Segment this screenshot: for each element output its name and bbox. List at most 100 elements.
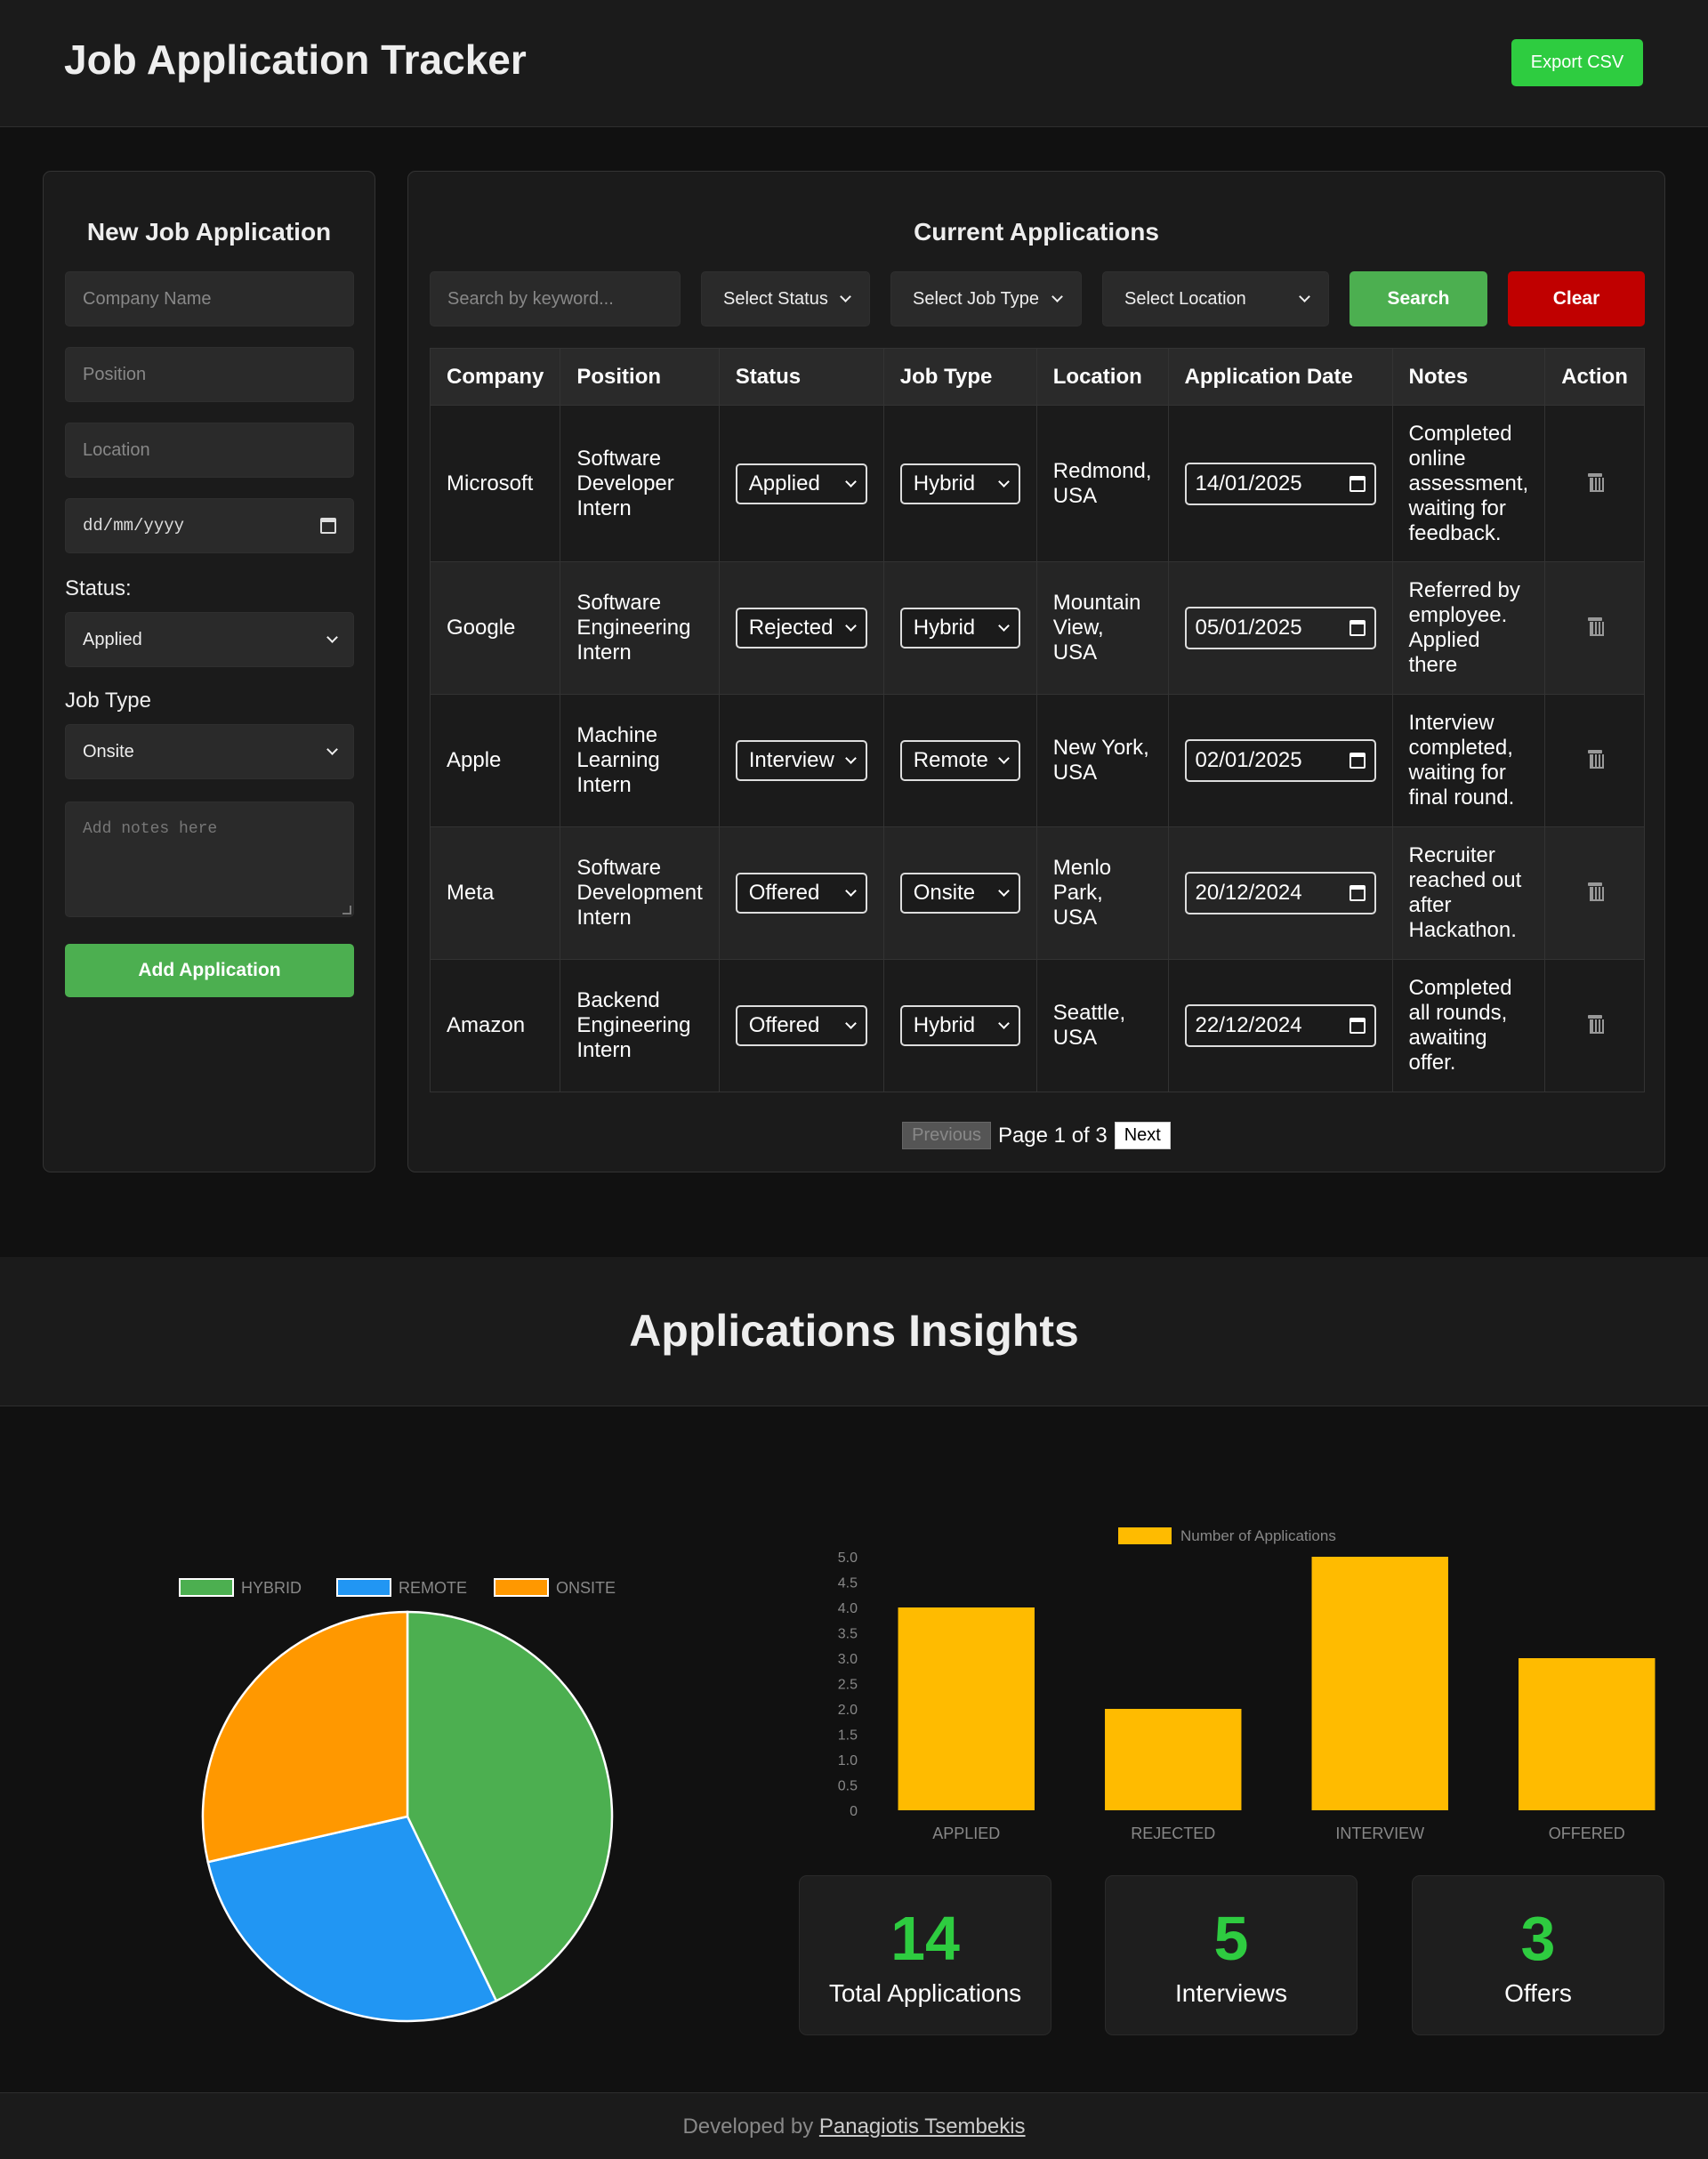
table-header-row: Company Position Status Job Type Locatio… — [429, 348, 1645, 406]
legend-label: HYBRID — [241, 1579, 302, 1597]
author-link[interactable]: Panagiotis Tsembekis — [819, 2115, 1026, 2139]
y-tick-label: 5.0 — [838, 1551, 858, 1566]
location-filter-select[interactable]: Select Location — [1102, 271, 1329, 326]
search-button[interactable]: Search — [1349, 271, 1487, 326]
status-select-value: Applied — [83, 629, 142, 649]
trash-icon[interactable] — [1587, 617, 1604, 636]
column-header[interactable]: Job Type — [882, 348, 1037, 406]
calendar-icon[interactable] — [1349, 753, 1366, 769]
bar-applied — [898, 1607, 1035, 1810]
notes-textarea[interactable]: Add notes here — [65, 802, 354, 917]
job-type-cell: Onsite — [882, 826, 1037, 960]
calendar-icon[interactable] — [1349, 885, 1366, 901]
y-tick-label: 4.5 — [838, 1576, 858, 1591]
row-job-type-select[interactable]: Hybrid — [899, 463, 1020, 504]
column-header[interactable]: Application Date — [1167, 348, 1393, 406]
job-type-filter-select[interactable]: Select Job Type — [890, 271, 1082, 326]
status-cell: Applied — [718, 405, 884, 562]
location-cell: New York, USA — [1035, 694, 1169, 827]
date-cell: 14/01/2025 — [1167, 405, 1393, 562]
notes-cell: Completed all rounds, awaiting offer. — [1391, 959, 1546, 1092]
x-tick-label: OFFERED — [1549, 1825, 1625, 1842]
row-date-input[interactable]: 02/01/2025 — [1184, 739, 1376, 782]
next-page-button[interactable]: Next — [1114, 1122, 1171, 1149]
position-cell: Software Development Intern — [560, 826, 720, 960]
stat-label: Interviews — [1174, 1979, 1288, 2007]
pie-slice-onsite — [201, 1610, 409, 1864]
status-select[interactable]: Applied — [65, 612, 354, 667]
row-job-type-select[interactable]: Hybrid — [899, 608, 1020, 649]
row-status-select[interactable]: Interview — [735, 740, 867, 781]
y-tick-label: 2.5 — [838, 1678, 858, 1693]
legend-swatch — [336, 1578, 391, 1597]
bar-offered — [1519, 1658, 1656, 1810]
row-status-select[interactable]: Applied — [735, 463, 867, 504]
position-cell: Machine Learning Intern — [560, 694, 720, 827]
table-row: Google Software Engineering Intern Rejec… — [429, 561, 1645, 695]
x-tick-label: REJECTED — [1131, 1825, 1215, 1842]
row-job-type-select[interactable]: Onsite — [899, 873, 1020, 914]
calendar-icon[interactable] — [1349, 475, 1366, 492]
row-status-select[interactable]: Offered — [735, 1005, 867, 1046]
date-input[interactable]: dd/mm/yyyy — [65, 498, 354, 553]
position-input[interactable]: Position — [65, 347, 354, 402]
top-bar: Job Application Tracker Export CSV — [0, 0, 1708, 127]
y-tick-label: 4.0 — [838, 1601, 858, 1616]
legend-swatch — [179, 1578, 234, 1597]
row-date-input[interactable]: 14/01/2025 — [1184, 462, 1376, 505]
add-application-button[interactable]: Add Application — [65, 944, 354, 997]
row-job-type-select[interactable]: Remote — [899, 740, 1020, 781]
stat-label: Offers — [1504, 1979, 1572, 2007]
location-input[interactable]: Location — [65, 423, 354, 478]
clear-button[interactable]: Clear — [1508, 271, 1645, 326]
trash-icon[interactable] — [1587, 1015, 1604, 1034]
row-job-type-select[interactable]: Hybrid — [899, 1005, 1020, 1046]
job-type-select-value: Onsite — [83, 741, 134, 761]
y-tick-label: 2.0 — [838, 1703, 858, 1718]
company-cell: Microsoft — [429, 405, 561, 562]
location-cell: Seattle, USA — [1035, 959, 1169, 1092]
page-indicator: Page 1 of 3 — [997, 1123, 1108, 1148]
keyword-search-input[interactable]: Search by keyword... — [430, 271, 681, 326]
stat-value: 14 — [890, 1904, 960, 1973]
current-applications-panel: Current Applications Search by keyword..… — [407, 171, 1665, 1172]
table-row: Meta Software Development Intern Offered… — [429, 826, 1645, 960]
stat-value: 5 — [1213, 1904, 1249, 1973]
trash-icon[interactable] — [1587, 750, 1604, 769]
job-type-select[interactable]: Onsite — [65, 724, 354, 779]
notes-cell: Interview completed, waiting for final r… — [1391, 694, 1546, 827]
row-status-select[interactable]: Rejected — [735, 608, 867, 649]
footer-prefix: Developed by — [682, 2115, 814, 2139]
resize-handle-icon[interactable] — [342, 906, 351, 914]
column-header[interactable]: Status — [718, 348, 884, 406]
trash-icon[interactable] — [1587, 882, 1604, 901]
status-filter-select[interactable]: Select Status — [701, 271, 870, 326]
column-header[interactable]: Position — [560, 348, 720, 406]
row-date-input[interactable]: 05/01/2025 — [1184, 607, 1376, 649]
job-type-filter-value: Select Job Type — [913, 288, 1039, 309]
status-cell: Offered — [718, 959, 884, 1092]
job-type-cell: Remote — [882, 694, 1037, 827]
row-date-input[interactable]: 20/12/2024 — [1184, 872, 1376, 914]
column-header[interactable]: Action — [1544, 348, 1645, 406]
chevron-down-icon — [997, 753, 1010, 764]
chevron-down-icon — [844, 885, 857, 897]
row-status-select[interactable]: Offered — [735, 873, 867, 914]
previous-page-button[interactable]: Previous — [902, 1122, 991, 1149]
chevron-down-icon — [326, 744, 338, 755]
column-header[interactable]: Location — [1035, 348, 1169, 406]
calendar-icon[interactable] — [1349, 1018, 1366, 1034]
column-header[interactable]: Notes — [1391, 348, 1546, 406]
calendar-icon[interactable] — [1349, 620, 1366, 636]
status-cell: Offered — [718, 826, 884, 960]
chevron-down-icon — [997, 1018, 1010, 1029]
column-header[interactable]: Company — [429, 348, 561, 406]
calendar-icon[interactable] — [320, 518, 336, 534]
export-csv-button[interactable]: Export CSV — [1511, 39, 1643, 86]
row-date-value: 20/12/2024 — [1195, 881, 1302, 905]
row-date-input[interactable]: 22/12/2024 — [1184, 1004, 1376, 1047]
trash-icon[interactable] — [1587, 472, 1604, 492]
company-cell: Apple — [429, 694, 561, 827]
company-name-input[interactable]: Company Name — [65, 271, 354, 326]
chevron-down-icon — [844, 620, 857, 632]
